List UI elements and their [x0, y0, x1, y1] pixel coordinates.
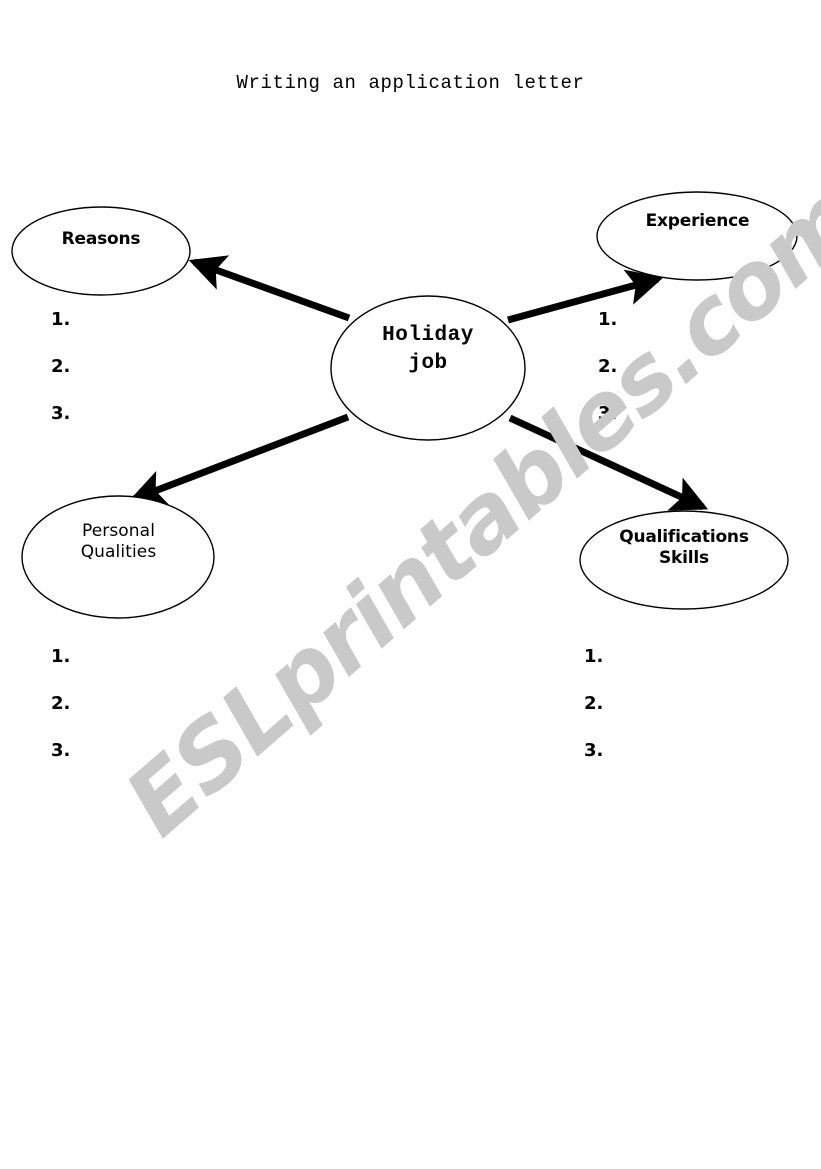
node-label-holiday-job: Holiday job [382, 324, 474, 376]
answer-list-reasons: 1. 2. 3. [51, 311, 70, 452]
answer-item[interactable]: 1. [598, 311, 617, 358]
answer-item[interactable]: 2. [584, 695, 603, 742]
answer-item[interactable]: 2. [51, 695, 70, 742]
answer-list-qualifications-skills: 1. 2. 3. [584, 648, 603, 789]
answer-item[interactable]: 3. [51, 742, 70, 789]
site-watermark: ESLprintables.com [105, 164, 821, 857]
answer-item[interactable]: 3. [598, 405, 617, 452]
answer-list-experience: 1. 2. 3. [598, 311, 617, 452]
answer-item[interactable]: 2. [51, 358, 70, 405]
answer-item[interactable]: 3. [51, 405, 70, 452]
arrow-to-reasons [188, 255, 351, 322]
answer-item[interactable]: 1. [584, 648, 603, 695]
page-title: Writing an application letter [236, 72, 585, 94]
answer-item[interactable]: 1. [51, 648, 70, 695]
answer-item[interactable]: 2. [598, 358, 617, 405]
answer-list-personal-qualities: 1. 2. 3. [51, 648, 70, 789]
node-ellipse-holiday-job [330, 295, 526, 441]
node-ellipse-experience [596, 191, 798, 281]
answer-item[interactable]: 3. [584, 742, 603, 789]
mind-map-diagram [11, 191, 798, 619]
node-ellipse-reasons [11, 206, 191, 296]
arrow-to-experience [507, 269, 664, 324]
node-label-personal-qualities: Personal Qualities [80, 521, 157, 563]
answer-item[interactable]: 1. [51, 311, 70, 358]
node-label-experience: Experience [645, 211, 750, 231]
node-ellipse-qualifications-skills [579, 510, 789, 610]
node-label-qualifications-skills: Qualifications Skills [619, 527, 749, 569]
node-ellipse-personal-qualities [21, 495, 215, 619]
worksheet-page: Writing an application letter Reasons Ex… [0, 0, 821, 1169]
arrow-to-personal-qualities [128, 413, 350, 505]
node-label-reasons: Reasons [61, 229, 141, 249]
